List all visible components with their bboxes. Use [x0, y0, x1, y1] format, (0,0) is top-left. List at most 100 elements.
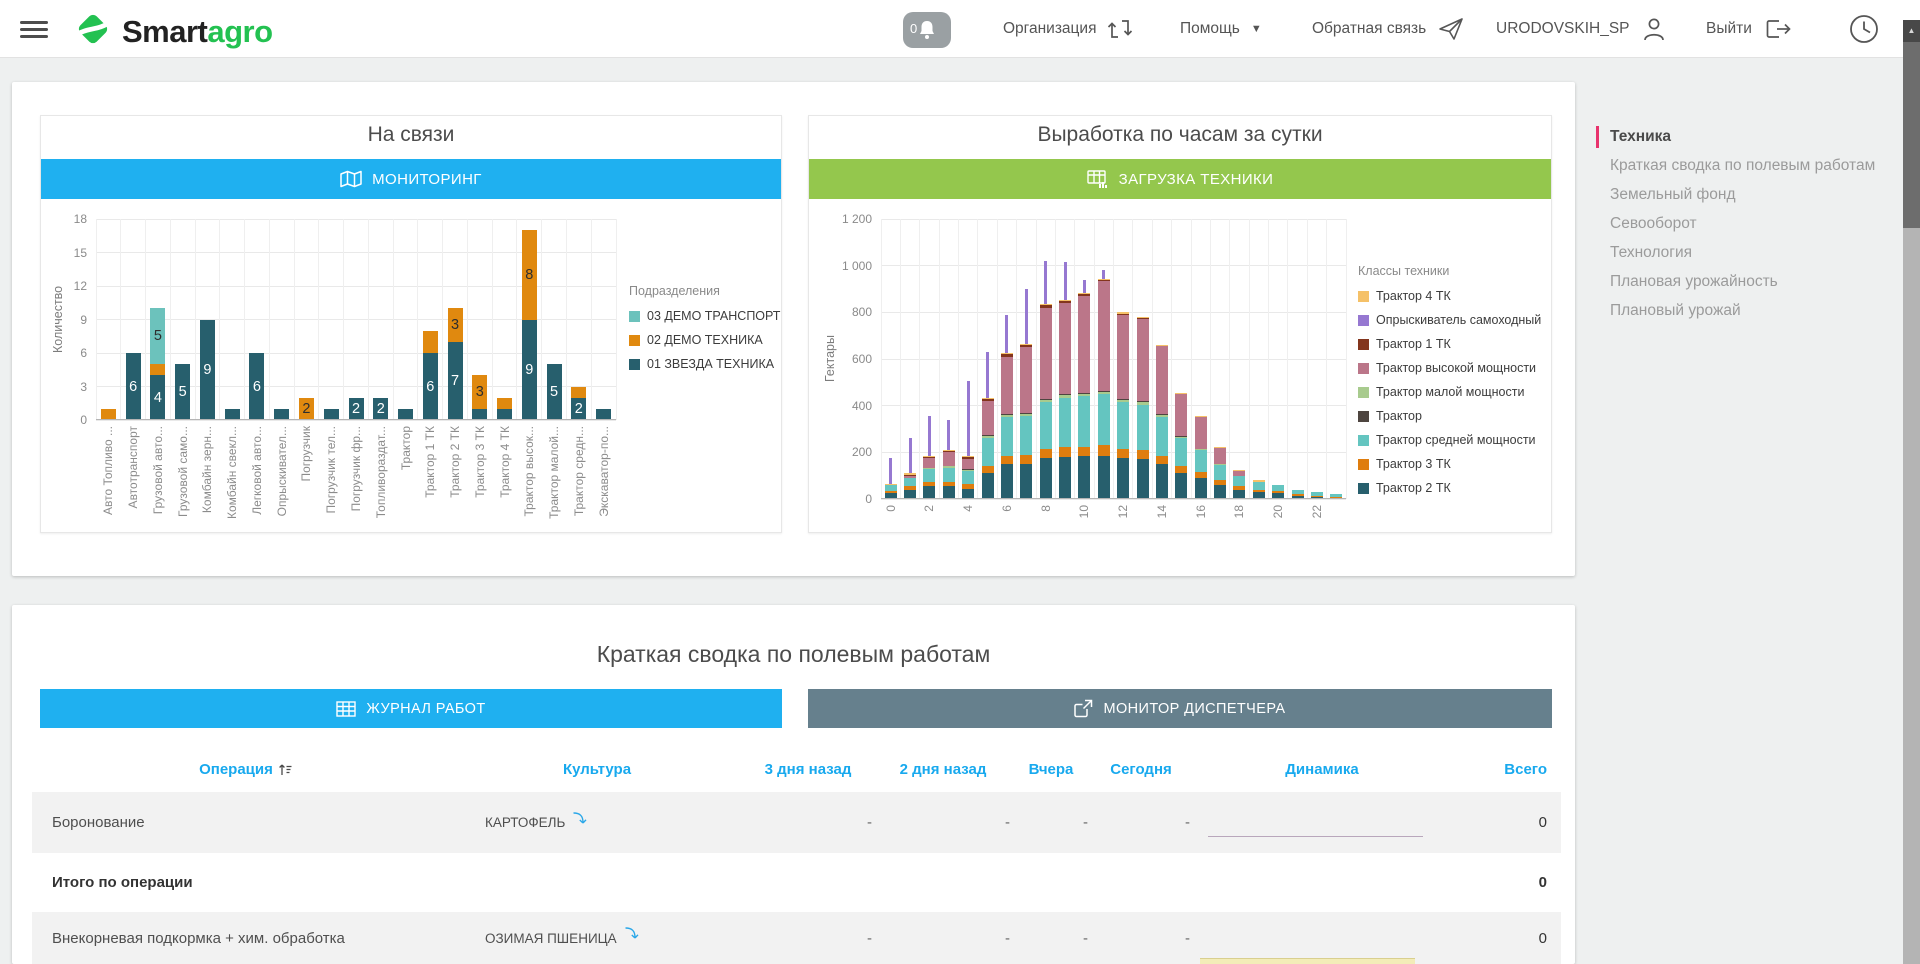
bar-segment[interactable]: [1330, 494, 1342, 496]
bar-spike[interactable]: [928, 416, 931, 456]
app-logo[interactable]: Smartagro: [72, 8, 273, 55]
bar-segment[interactable]: [1292, 490, 1304, 495]
column-today[interactable]: Сегодня: [1090, 761, 1192, 778]
bar-segment[interactable]: [1059, 447, 1071, 458]
bar-segment[interactable]: [1233, 471, 1245, 476]
bar-segment[interactable]: [1195, 478, 1207, 499]
bar-segment[interactable]: [962, 457, 974, 459]
table-row[interactable]: Внекорневая подкормка + хим. обработка О…: [32, 912, 1561, 964]
bar-segment[interactable]: [1098, 279, 1110, 280]
sidebar-item-plan-urozhay[interactable]: Плановый урожай: [1598, 301, 1898, 321]
bar-segment[interactable]: [885, 485, 897, 491]
bar-segment[interactable]: [962, 484, 974, 489]
bar-segment[interactable]: [904, 476, 916, 478]
bar-segment[interactable]: [1078, 447, 1090, 456]
bar-segment[interactable]: [1040, 305, 1052, 307]
bar-segment[interactable]: [1156, 415, 1168, 417]
bar-segment[interactable]: [1001, 353, 1013, 354]
bar-segment[interactable]: [1117, 402, 1129, 449]
sidebar-item-svodka[interactable]: Краткая сводка по полевым работам: [1598, 156, 1898, 176]
bar-segment[interactable]: [923, 456, 935, 457]
bar-segment[interactable]: [1117, 458, 1129, 499]
bar-segment[interactable]: [423, 331, 438, 353]
bar-segment[interactable]: [1272, 491, 1284, 493]
legend-item[interactable]: 01 ЗВЕЗДА ТЕХНИКА: [629, 357, 780, 371]
bar-segment[interactable]: [1040, 399, 1052, 400]
bar-segment[interactable]: [1175, 437, 1187, 438]
bar-segment[interactable]: [1020, 416, 1032, 455]
bar-segment[interactable]: [1175, 436, 1187, 437]
column-total[interactable]: Всего: [1452, 761, 1547, 778]
bar-segment[interactable]: [904, 486, 916, 490]
column-2-days-ago[interactable]: 2 дня назад: [874, 761, 1012, 778]
bar-segment[interactable]: [962, 470, 974, 471]
bar-segment[interactable]: [1001, 414, 1013, 415]
bar-segment[interactable]: [1195, 416, 1207, 417]
bar-segment[interactable]: [962, 459, 974, 468]
column-culture[interactable]: Культура: [452, 761, 742, 778]
bar-segment[interactable]: [1059, 303, 1071, 394]
bar-segment[interactable]: [1156, 464, 1168, 499]
bar-segment[interactable]: [982, 436, 994, 438]
bar-segment[interactable]: [1175, 394, 1187, 436]
bar-segment[interactable]: [1214, 480, 1226, 485]
bar-segment[interactable]: [1195, 450, 1207, 472]
bar-segment[interactable]: [943, 451, 955, 452]
bar-segment[interactable]: [1253, 480, 1265, 481]
bar-segment[interactable]: [1040, 449, 1052, 458]
help-menu[interactable]: Помощь ▼: [1180, 0, 1262, 58]
vertical-scrollbar[interactable]: ▲: [1903, 0, 1920, 964]
bar-segment[interactable]: [943, 482, 955, 487]
bar-segment[interactable]: [497, 398, 512, 409]
bar-segment[interactable]: [962, 456, 974, 457]
bar-segment[interactable]: [1001, 464, 1013, 499]
bar-segment[interactable]: [1020, 455, 1032, 464]
bar-segment[interactable]: [904, 473, 916, 474]
bar-segment[interactable]: [1195, 449, 1207, 450]
bar-segment[interactable]: [1001, 354, 1013, 356]
bar-segment[interactable]: [1040, 400, 1052, 402]
bar-segment[interactable]: [1137, 402, 1149, 404]
bar-segment[interactable]: [923, 482, 935, 487]
bar-segment[interactable]: [1098, 394, 1110, 445]
bar-segment[interactable]: [1137, 319, 1149, 401]
bar-segment[interactable]: [1175, 473, 1187, 499]
bar-segment[interactable]: [1233, 476, 1245, 487]
drill-down-icon[interactable]: [571, 810, 587, 826]
bar-segment[interactable]: [1001, 415, 1013, 417]
bar-segment[interactable]: [885, 484, 897, 485]
bar-segment[interactable]: [1272, 485, 1284, 491]
bar-segment[interactable]: [1040, 402, 1052, 449]
bar-segment[interactable]: [1078, 396, 1090, 446]
bar-segment[interactable]: [1311, 496, 1323, 497]
bar-segment[interactable]: [1195, 472, 1207, 478]
bar-segment[interactable]: [1078, 294, 1090, 296]
monitoring-button[interactable]: МОНИТОРИНГ: [41, 159, 781, 199]
bar-segment[interactable]: [1311, 492, 1323, 496]
bar-segment[interactable]: [1059, 301, 1071, 303]
bar-segment[interactable]: [923, 457, 935, 458]
bar-segment[interactable]: [1233, 470, 1245, 471]
bar-segment[interactable]: [1175, 393, 1187, 394]
bar-segment[interactable]: [1137, 450, 1149, 459]
bar-spike[interactable]: [1064, 262, 1067, 299]
bar-segment[interactable]: [904, 478, 916, 486]
legend-item[interactable]: 03 ДЕМО ТРАНСПОРТ: [629, 309, 780, 323]
bar-segment[interactable]: [1156, 346, 1168, 414]
bar-segment[interactable]: [150, 364, 165, 375]
bar-segment[interactable]: [1156, 414, 1168, 415]
bar-segment[interactable]: [1020, 344, 1032, 345]
bar-segment[interactable]: [1098, 392, 1110, 394]
bar-segment[interactable]: [1156, 456, 1168, 464]
column-operation[interactable]: Операция: [40, 761, 452, 778]
legend-item[interactable]: Трактор: [1358, 409, 1541, 423]
bar-segment[interactable]: [1078, 393, 1090, 394]
bar-spike[interactable]: [1083, 280, 1086, 293]
bar-segment[interactable]: [904, 475, 916, 476]
bar-segment[interactable]: [1078, 456, 1090, 499]
sidebar-item-zemelny-fond[interactable]: Земельный фонд: [1598, 185, 1898, 205]
bar-segment[interactable]: [1175, 466, 1187, 473]
scroll-up-button[interactable]: ▲: [1903, 20, 1920, 42]
bar-segment[interactable]: [1040, 458, 1052, 499]
bar-segment[interactable]: [1214, 447, 1226, 448]
